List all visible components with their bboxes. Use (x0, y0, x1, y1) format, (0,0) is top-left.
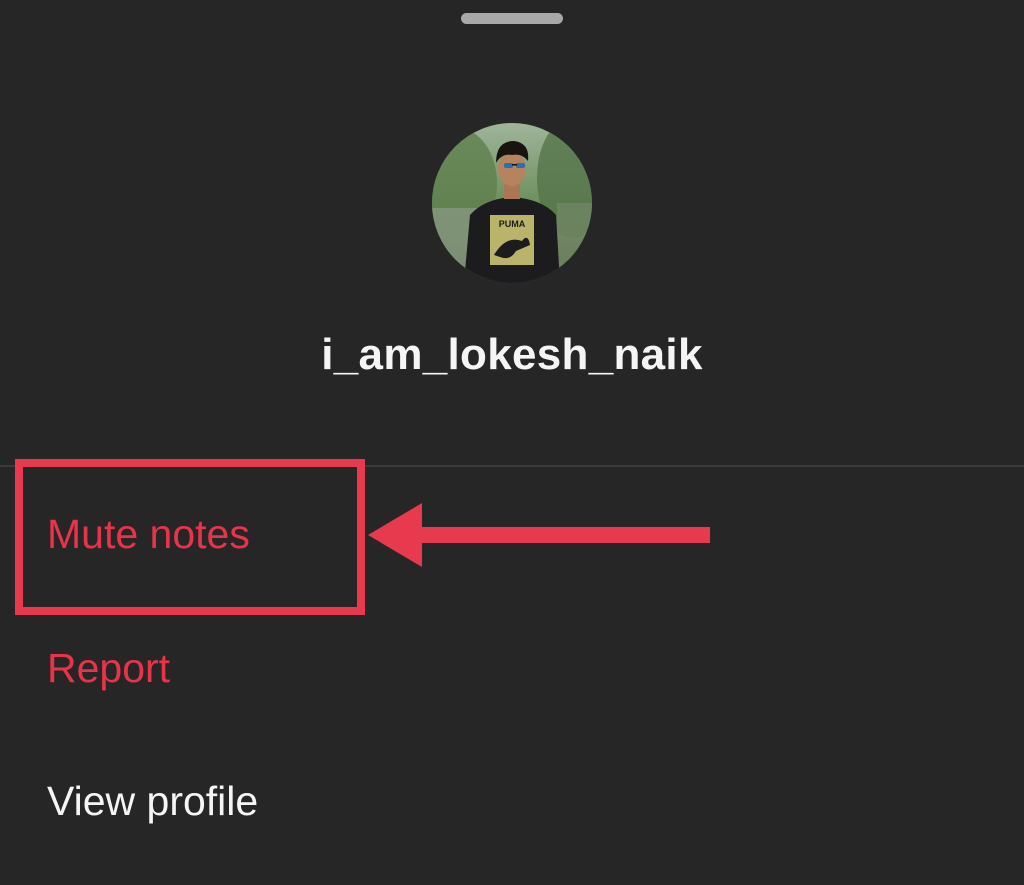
avatar[interactable]: PUMA (432, 123, 592, 283)
arrow-left-icon (368, 503, 710, 567)
avatar-photo: PUMA (432, 123, 592, 283)
username: i_am_lokesh_naik (321, 330, 703, 379)
svg-text:PUMA: PUMA (499, 219, 526, 229)
report-button[interactable]: Report (47, 645, 170, 692)
bottom-sheet: PUMA i_am_lokesh_naik Mute notes Report … (0, 0, 1024, 885)
highlight-box-annotation (15, 459, 365, 615)
view-profile-button[interactable]: View profile (47, 778, 258, 825)
drag-handle[interactable] (461, 13, 563, 24)
